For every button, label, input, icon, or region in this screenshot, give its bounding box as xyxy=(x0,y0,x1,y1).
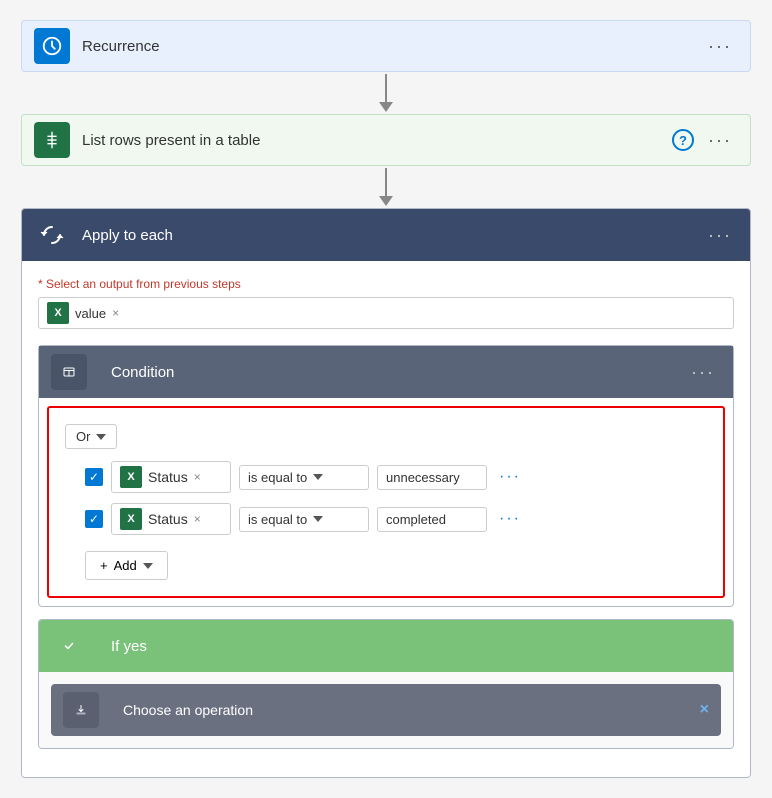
condition-body: Or X Status × is equal to xyxy=(47,406,725,598)
condition-row-2-operator[interactable]: is equal to xyxy=(239,507,369,532)
operator-1-label: is equal to xyxy=(248,470,307,485)
choose-op-close-button[interactable]: × xyxy=(700,701,709,719)
condition-row-2-more-button[interactable]: ··· xyxy=(495,506,525,532)
condition-row-1-more-button[interactable]: ··· xyxy=(495,464,525,490)
list-rows-icon xyxy=(34,122,70,158)
add-icon: + xyxy=(100,558,108,573)
if-yes-body: Choose an operation × xyxy=(39,672,733,748)
add-chevron-icon xyxy=(143,563,153,569)
choose-op-icon xyxy=(63,692,99,728)
recurrence-label: Recurrence xyxy=(82,38,702,55)
condition-row-1-checkbox[interactable] xyxy=(85,468,103,486)
apply-each-more-button[interactable]: ··· xyxy=(702,221,738,250)
if-yes-icon xyxy=(51,628,87,664)
arrow-1 xyxy=(379,74,393,112)
condition-row-1-operator[interactable]: is equal to xyxy=(239,465,369,490)
field-1-excel-icon: X xyxy=(120,466,142,488)
condition-header: Condition ··· xyxy=(39,346,733,398)
condition-row-1-value: unnecessary xyxy=(377,465,487,490)
flow-container: Recurrence ··· List rows present in a ta… xyxy=(21,20,751,778)
condition-label: Condition xyxy=(111,364,685,381)
operator-2-chevron-icon xyxy=(313,516,323,522)
recurrence-more-button[interactable]: ··· xyxy=(702,32,738,61)
if-yes-container: If yes Choose an operation × xyxy=(38,619,734,749)
condition-icon xyxy=(51,354,87,390)
condition-row-2-field: X Status × xyxy=(111,503,231,535)
or-dropdown[interactable]: Or xyxy=(65,424,117,449)
or-label: Or xyxy=(76,429,90,444)
field-2-excel-icon: X xyxy=(120,508,142,530)
operator-1-chevron-icon xyxy=(313,474,323,480)
list-rows-actions: ? ··· xyxy=(672,126,738,155)
field-2-label: Status xyxy=(148,511,188,527)
if-yes-header: If yes xyxy=(39,620,733,672)
output-label: * Select an output from previous steps xyxy=(38,277,734,291)
apply-each-container: Apply to each ··· * Select an output fro… xyxy=(21,208,751,778)
apply-each-body: * Select an output from previous steps X… xyxy=(22,261,750,777)
add-label: Add xyxy=(114,558,137,573)
arrow-2 xyxy=(379,168,393,206)
value-input-row: X value × xyxy=(38,297,734,329)
list-rows-more-button[interactable]: ··· xyxy=(702,126,738,155)
condition-row-1: X Status × is equal to unnecessary ··· xyxy=(65,461,707,493)
value-excel-badge: X xyxy=(47,302,69,324)
condition-container: Condition ··· Or X Status xyxy=(38,345,734,607)
condition-row-1-field: X Status × xyxy=(111,461,231,493)
operator-2-label: is equal to xyxy=(248,512,307,527)
apply-each-header: Apply to each ··· xyxy=(22,209,750,261)
field-1-remove-button[interactable]: × xyxy=(194,470,201,484)
value-remove-button[interactable]: × xyxy=(112,306,119,320)
field-2-remove-button[interactable]: × xyxy=(194,512,201,526)
list-rows-block: List rows present in a table ? ··· xyxy=(21,114,751,166)
choose-op-block: Choose an operation × xyxy=(51,684,721,736)
apply-each-label: Apply to each xyxy=(82,227,702,244)
list-rows-help-button[interactable]: ? xyxy=(672,129,694,151)
list-rows-label: List rows present in a table xyxy=(82,132,672,149)
condition-row-2-value: completed xyxy=(377,507,487,532)
choose-op-label: Choose an operation xyxy=(123,702,700,718)
apply-each-icon xyxy=(34,217,70,253)
field-1-label: Status xyxy=(148,469,188,485)
value-tag: value xyxy=(75,306,106,321)
condition-more-button[interactable]: ··· xyxy=(685,358,721,387)
recurrence-icon xyxy=(34,28,70,64)
if-yes-label: If yes xyxy=(111,638,721,655)
recurrence-block: Recurrence ··· xyxy=(21,20,751,72)
condition-row-2: X Status × is equal to completed ··· xyxy=(65,503,707,535)
condition-row-2-checkbox[interactable] xyxy=(85,510,103,528)
or-chevron-icon xyxy=(96,434,106,440)
add-condition-button[interactable]: + Add xyxy=(85,551,168,580)
recurrence-actions: ··· xyxy=(702,32,738,61)
